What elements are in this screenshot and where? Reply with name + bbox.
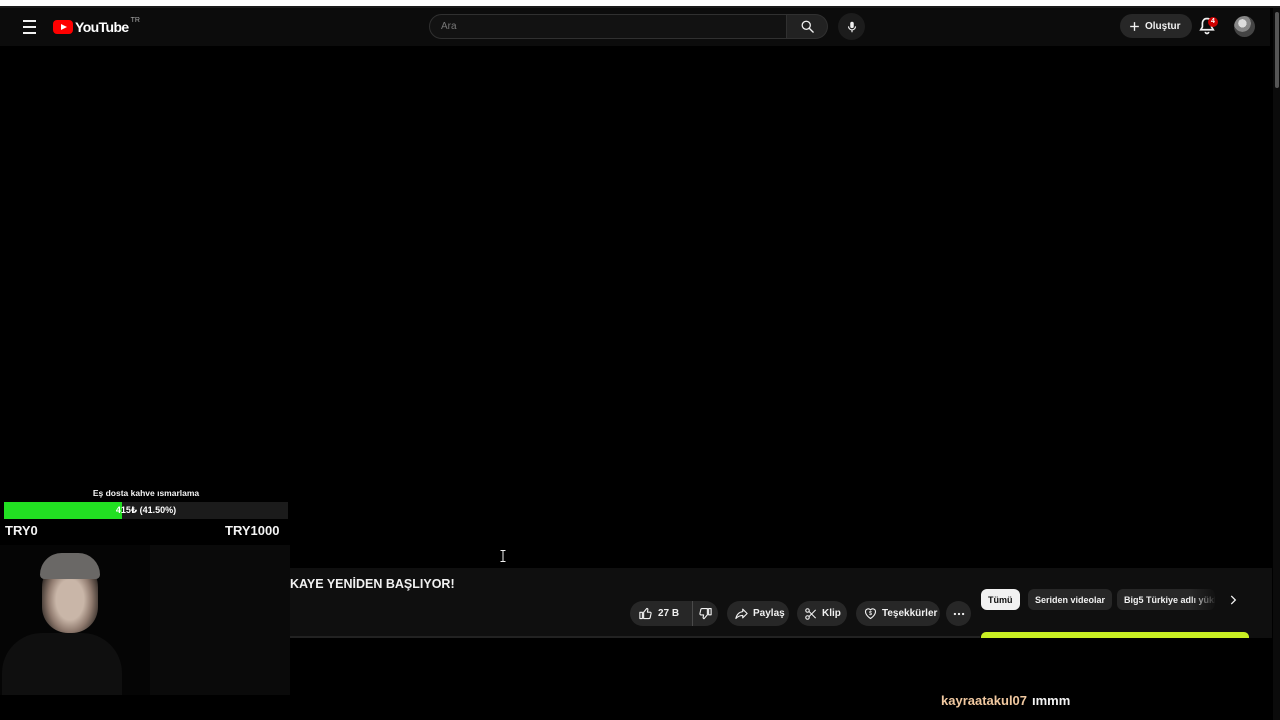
share-icon [735, 608, 748, 620]
microphone-icon [847, 21, 856, 32]
more-actions-button[interactable] [946, 601, 971, 626]
donation-progress-text: 415₺ (41.50%) [115, 505, 177, 515]
logo-text: YouTube [75, 19, 129, 35]
chat-username: kayraatakul07 [941, 693, 1028, 708]
search-icon [801, 20, 814, 33]
like-dislike-group: 27 B [630, 601, 718, 626]
notification-badge: 4 [1208, 17, 1218, 27]
menu-icon-line [23, 32, 36, 34]
donation-goal-title: Eş dosta kahve ısmarlama [92, 488, 200, 498]
plus-icon [1130, 21, 1139, 31]
thanks-heart-icon: $ [864, 608, 877, 620]
country-code: TR [130, 16, 140, 24]
chevron-right-icon [1230, 595, 1237, 605]
webcam-person-beanie [40, 553, 100, 579]
search-button[interactable] [787, 14, 828, 39]
dislike-button[interactable] [693, 601, 718, 626]
youtube-logo[interactable]: YouTube TR [53, 16, 140, 36]
clip-label: Klip [822, 608, 841, 619]
search-box [429, 14, 787, 39]
page-scrollbar[interactable] [1273, 8, 1280, 720]
video-title: KAYE YENİDEN BAŞLIYOR! [290, 577, 455, 591]
webcam-background [150, 545, 290, 695]
svg-text:$: $ [869, 611, 872, 617]
like-button[interactable]: 27 B [630, 601, 693, 626]
thanks-label: Teşekkürler [882, 608, 938, 619]
chip-series-videos[interactable]: Seriden videolar [1028, 589, 1113, 610]
thumbs-down-icon [699, 607, 712, 620]
scrollbar-thumb[interactable] [1275, 12, 1279, 88]
youtube-play-icon [53, 20, 73, 34]
donation-goal-max: TRY1000 [225, 523, 280, 538]
donation-goal-min: TRY0 [5, 523, 38, 538]
chips-next-button[interactable] [1222, 589, 1244, 611]
create-label: Oluştur [1145, 20, 1181, 32]
thanks-button[interactable]: $ Teşekkürler [856, 601, 940, 626]
donation-progress-bar: 415₺ (41.50%) [4, 502, 288, 519]
chat-message: kayraatakul07 ımmm [941, 693, 1070, 708]
streamer-webcam [0, 545, 290, 695]
description-divider [290, 636, 980, 638]
like-count: 27 B [658, 608, 680, 619]
search-input[interactable] [441, 21, 786, 32]
more-horizontal-icon [953, 612, 964, 615]
create-button[interactable]: Oluştur [1120, 14, 1192, 38]
account-avatar[interactable] [1234, 16, 1255, 37]
clip-button[interactable]: Klip [797, 601, 847, 626]
chip-all[interactable]: Tümü [981, 589, 1020, 610]
webcam-person-body [2, 633, 122, 695]
chip-row-fade [1190, 589, 1218, 610]
thumbs-up-icon [639, 607, 652, 620]
scissors-icon [805, 607, 817, 620]
voice-search-button[interactable] [838, 13, 865, 40]
menu-button[interactable] [16, 16, 42, 38]
recommended-video-thumbnail[interactable] [981, 632, 1249, 638]
menu-icon-line [23, 26, 36, 28]
share-button[interactable]: Paylaş [727, 601, 789, 626]
youtube-masthead: YouTube TR Oluştur 4 [0, 8, 1270, 46]
share-label: Paylaş [753, 608, 785, 619]
text-cursor-icon [500, 550, 506, 562]
menu-icon-line [23, 20, 36, 22]
chat-text: ımmm [1032, 693, 1071, 708]
